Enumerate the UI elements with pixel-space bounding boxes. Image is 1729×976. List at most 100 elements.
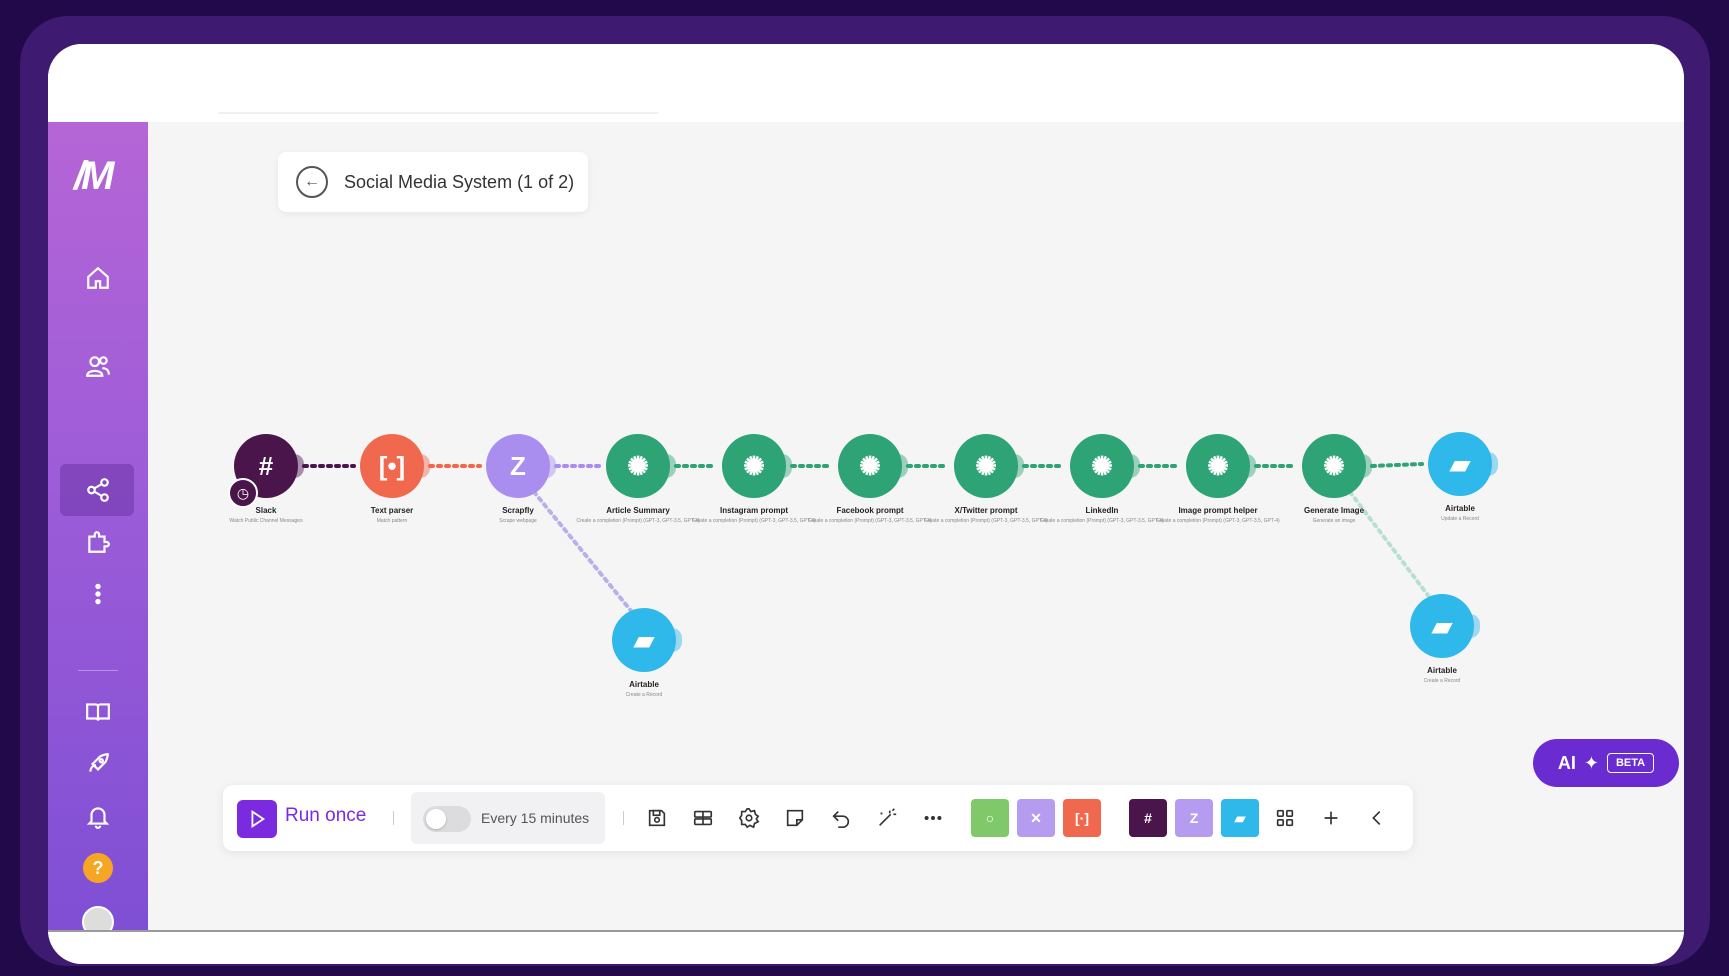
toolbar-separator bbox=[623, 811, 624, 825]
module-icon: ✺ bbox=[975, 450, 997, 481]
module-sublabel: Update a Record bbox=[1441, 516, 1479, 522]
module-node[interactable]: ▰ bbox=[612, 608, 676, 672]
module-icon: # bbox=[258, 450, 274, 481]
module-node[interactable]: ▰ bbox=[1410, 594, 1474, 658]
play-icon bbox=[251, 809, 266, 829]
toolbar-separator bbox=[393, 811, 394, 825]
flow-control-chip[interactable]: ○ bbox=[971, 799, 1009, 837]
module-label: Text parser bbox=[370, 506, 414, 515]
module-label: Image prompt helper bbox=[1178, 506, 1258, 515]
module-label: Facebook prompt bbox=[836, 506, 904, 515]
bell-icon[interactable] bbox=[78, 796, 118, 836]
module-icon: ✺ bbox=[1323, 450, 1345, 481]
book-icon[interactable] bbox=[78, 692, 118, 732]
module-sublabel: Create a completion (Prompt) (GPT-3, GPT… bbox=[1156, 518, 1280, 524]
module-label: Article Summary bbox=[606, 506, 670, 515]
more-icon[interactable] bbox=[78, 574, 118, 614]
gear-icon[interactable] bbox=[733, 802, 765, 834]
ai-button-label: AI bbox=[1557, 752, 1576, 773]
module-icon: ✺ bbox=[627, 450, 649, 481]
module-icon: Z bbox=[510, 450, 526, 481]
notes-icon[interactable] bbox=[779, 802, 811, 834]
module-label: Slack bbox=[255, 506, 277, 515]
undo-icon[interactable] bbox=[825, 802, 857, 834]
run-once-button[interactable] bbox=[237, 800, 277, 838]
module-node[interactable]: ✺ bbox=[1070, 434, 1134, 498]
toggle-knob bbox=[426, 809, 446, 829]
text-parser-chip[interactable]: [·] bbox=[1063, 799, 1101, 837]
connector-line[interactable] bbox=[1370, 462, 1424, 468]
module-icon: ▰ bbox=[1432, 610, 1452, 641]
make-logo[interactable]: /M bbox=[74, 154, 114, 199]
module-label: Airtable bbox=[1445, 504, 1475, 513]
chevron-left-icon[interactable] bbox=[1361, 802, 1393, 834]
module-sublabel: Watch Public Channel Messages bbox=[229, 518, 303, 524]
module-node[interactable]: [•] bbox=[360, 434, 424, 498]
users-icon[interactable] bbox=[78, 346, 118, 386]
module-sublabel: Create a completion (Prompt) (GPT-3, GPT… bbox=[808, 518, 932, 524]
schedule-toggle[interactable] bbox=[423, 806, 471, 832]
run-once-label[interactable]: Run once bbox=[285, 805, 366, 827]
module-icon: ✺ bbox=[1207, 450, 1229, 481]
app-window: /M ? ← Social Media System (1 of 2) # Sl… bbox=[48, 44, 1684, 964]
help-icon[interactable]: ? bbox=[78, 848, 118, 888]
module-icon: ✺ bbox=[743, 450, 765, 481]
module-sublabel: Generate an image bbox=[1312, 518, 1356, 524]
module-sublabel: Create a completion (Prompt) (GPT-3, GPT… bbox=[576, 518, 700, 524]
module-sublabel: Create a completion (Prompt) (GPT-3, GPT… bbox=[1040, 518, 1164, 524]
top-bar bbox=[48, 44, 1684, 122]
more-horizontal-icon[interactable] bbox=[917, 802, 949, 834]
bottom-toolbar: Run once Every 15 minutes ○ ✕ [·] # Z ▰ bbox=[223, 785, 1413, 851]
beta-badge: BETA bbox=[1606, 753, 1655, 773]
module-label: X/Twitter prompt bbox=[954, 506, 1018, 515]
share-icon[interactable] bbox=[78, 470, 118, 510]
module-sublabel: Create a Record bbox=[625, 692, 663, 698]
module-node[interactable]: ✺ bbox=[606, 434, 670, 498]
schedule-control: Every 15 minutes bbox=[411, 792, 605, 844]
sparkle-icon: ✦ bbox=[1583, 752, 1599, 773]
top-divider bbox=[218, 112, 658, 114]
module-label: Airtable bbox=[629, 680, 659, 689]
magic-wand-icon[interactable] bbox=[871, 802, 903, 834]
module-node[interactable]: ✺ bbox=[1186, 434, 1250, 498]
module-node[interactable]: ✺ bbox=[954, 434, 1018, 498]
home-icon[interactable] bbox=[78, 258, 118, 298]
puzzle-icon[interactable] bbox=[78, 522, 118, 562]
module-node[interactable]: ▰ bbox=[1428, 432, 1492, 496]
schedule-label[interactable]: Every 15 minutes bbox=[481, 810, 589, 826]
module-icon: [•] bbox=[378, 450, 406, 481]
module-node[interactable]: Z bbox=[486, 434, 550, 498]
airtable-chip[interactable]: ▰ bbox=[1221, 799, 1259, 837]
save-icon[interactable] bbox=[641, 802, 673, 834]
add-icon[interactable] bbox=[1315, 802, 1347, 834]
scenario-canvas[interactable]: ← Social Media System (1 of 2) # Slack Wat… bbox=[148, 122, 1684, 930]
module-sublabel: Scrape webpage bbox=[499, 518, 537, 524]
tools-chip[interactable]: ✕ bbox=[1017, 799, 1055, 837]
scrapfly-chip[interactable]: Z bbox=[1175, 799, 1213, 837]
module-node[interactable]: ✺ bbox=[838, 434, 902, 498]
module-icon: ✺ bbox=[1091, 450, 1113, 481]
module-icon: ▰ bbox=[634, 624, 654, 655]
module-icon: ▰ bbox=[1450, 448, 1470, 479]
bottom-strip bbox=[48, 930, 1684, 964]
grid-apps-icon[interactable] bbox=[1269, 802, 1301, 834]
sidebar-divider bbox=[78, 670, 118, 671]
module-icon: ✺ bbox=[859, 450, 881, 481]
module-label: Instagram prompt bbox=[719, 506, 789, 515]
module-sublabel: Create a completion (Prompt) (GPT-3, GPT… bbox=[924, 518, 1048, 524]
sidebar: /M ? bbox=[48, 122, 148, 938]
ai-assistant-button[interactable]: AI ✦ BETA bbox=[1533, 739, 1679, 787]
module-node[interactable]: ✺ bbox=[722, 434, 786, 498]
module-label: Generate Image bbox=[1303, 506, 1365, 515]
slack-chip[interactable]: # bbox=[1129, 799, 1167, 837]
module-label: Airtable bbox=[1427, 666, 1457, 675]
module-label: Scrapfly bbox=[502, 506, 534, 515]
scenario-settings-icon[interactable] bbox=[687, 802, 719, 834]
module-sublabel: Create a completion (Prompt) (GPT-3, GPT… bbox=[692, 518, 816, 524]
schedule-clock-icon[interactable]: ◷ bbox=[228, 478, 258, 508]
module-sublabel: Create a Record bbox=[1423, 678, 1461, 684]
module-sublabel: Match pattern bbox=[376, 518, 408, 524]
module-label: LinkedIn bbox=[1085, 506, 1119, 515]
rocket-icon[interactable] bbox=[78, 744, 118, 784]
module-node[interactable]: ✺ bbox=[1302, 434, 1366, 498]
